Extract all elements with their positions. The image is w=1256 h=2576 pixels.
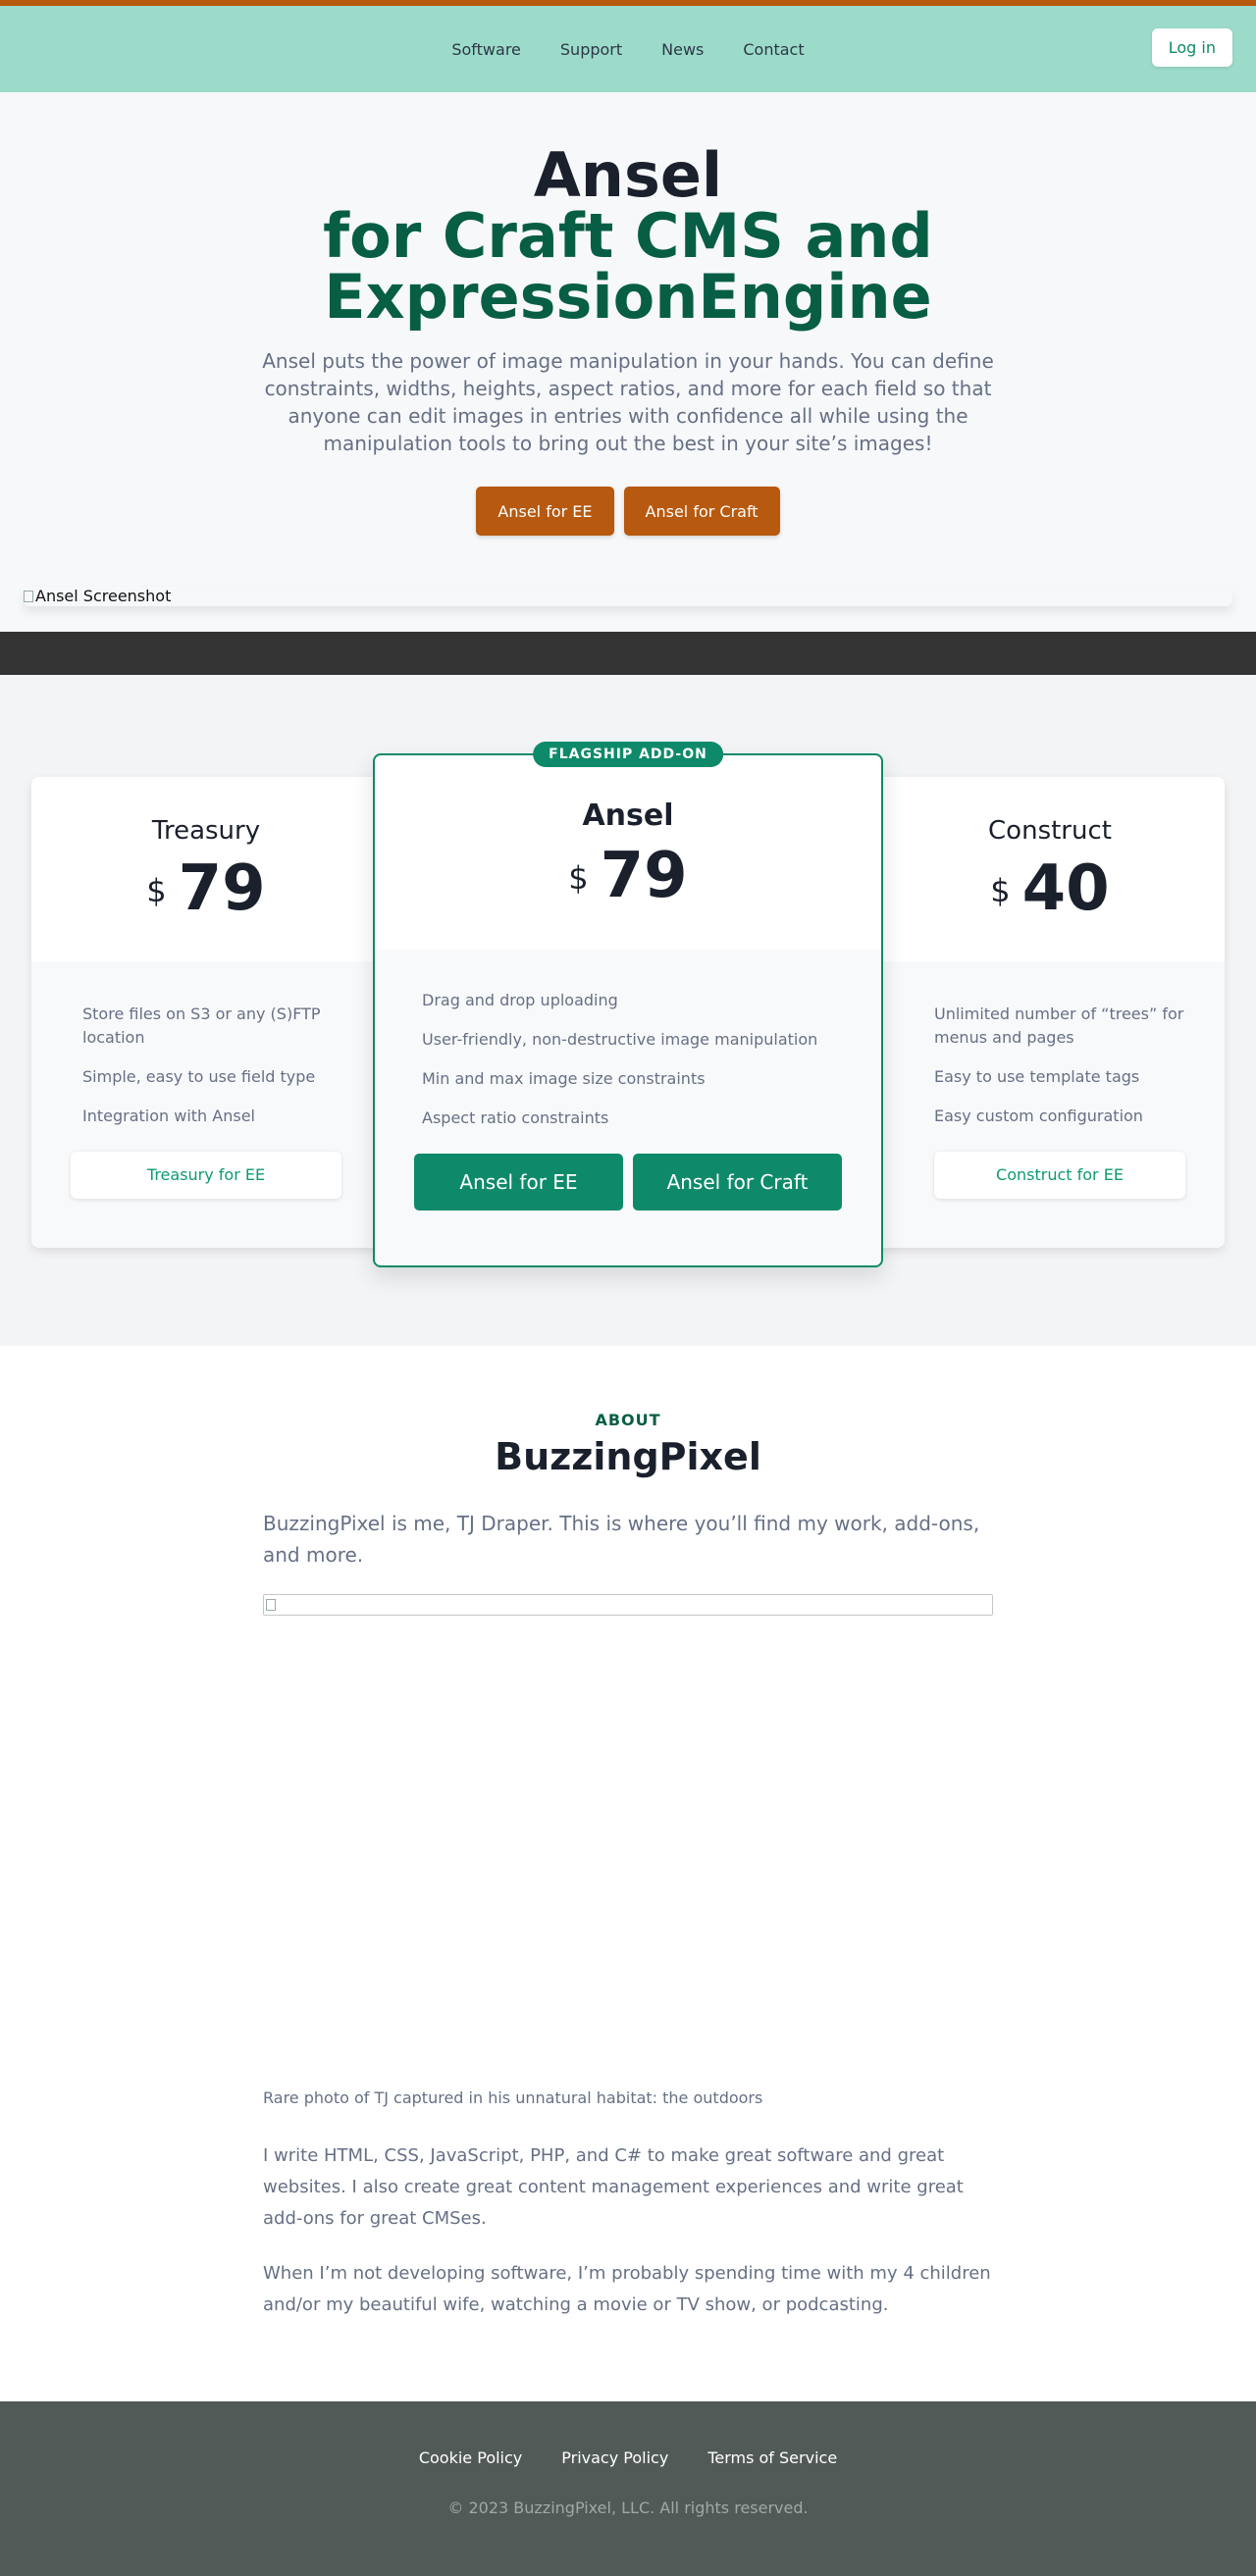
feature-list: Store files on S3 or any (S)FTP location… (82, 1003, 330, 1128)
card-ansel-craft-button[interactable]: Ansel for Craft (633, 1154, 842, 1211)
hero-ansel-craft-button[interactable]: Ansel for Craft (623, 487, 780, 536)
tj-photo (263, 1594, 993, 1616)
card-title: Treasury (151, 816, 261, 846)
feature-list: Unlimited number of “trees” for menus an… (934, 1003, 1185, 1128)
login-button[interactable]: Log in (1151, 28, 1232, 67)
pricing-card-treasury: Treasury $ 79 Store files on S3 or any (… (31, 777, 381, 1248)
hero-buttons: Ansel for EE Ansel for Craft (0, 487, 1256, 536)
card-title: Ansel (582, 799, 674, 833)
nav-link-contact[interactable]: Contact (743, 40, 804, 59)
currency-symbol: $ (568, 859, 589, 897)
flagship-badge: FLAGSHIP ADD-ON (533, 742, 723, 767)
hero-title-line-1: Ansel (533, 139, 723, 211)
feature-item: Store files on S3 or any (S)FTP location (82, 1005, 321, 1047)
about-lead: BuzzingPixel is me, TJ Draper. This is w… (263, 1512, 980, 1567)
currency-symbol: $ (146, 872, 167, 909)
dark-divider-band (0, 632, 1256, 675)
hero-title-line-2: for Craft CMS and (323, 200, 933, 272)
hero-ansel-ee-button[interactable]: Ansel for EE (476, 487, 614, 536)
site-header: Software Support News Contact Log in (0, 6, 1256, 92)
pricing-section: Treasury $ 79 Store files on S3 or any (… (0, 675, 1256, 1346)
price-amount: 79 (600, 840, 688, 912)
copyright-text: © 2023 BuzzingPixel, LLC. All rights res… (447, 2499, 809, 2517)
feature-item: Easy custom configuration (934, 1107, 1143, 1125)
card-price: $ 79 (31, 857, 381, 920)
feature-item: Drag and drop uploading (422, 991, 618, 1009)
treasury-for-ee-button[interactable]: Treasury for EE (71, 1152, 341, 1199)
pricing-card-construct: Construct $ 40 Unlimited number of “tree… (875, 777, 1225, 1248)
feature-item: User-friendly, non-destructive image man… (422, 1030, 818, 1049)
footer-link-cookie-policy[interactable]: Cookie Policy (419, 2448, 522, 2467)
price-amount: 40 (1021, 852, 1110, 925)
pricing-card-ansel: FLAGSHIP ADD-ON Ansel $ 79 Drag and drop… (373, 742, 883, 1267)
broken-image-icon (24, 590, 33, 602)
broken-image-icon (266, 1599, 276, 1611)
hero-section: Ansel for Craft CMS and ExpressionEngine… (0, 92, 1256, 632)
about-eyebrow: ABOUT (595, 1411, 661, 1429)
hero-title-line-3: ExpressionEngine (324, 261, 932, 333)
feature-item: Easy to use template tags (934, 1067, 1140, 1086)
nav-link-news[interactable]: News (661, 40, 704, 59)
footer-link-terms-of-service[interactable]: Terms of Service (707, 2448, 837, 2467)
feature-list: Drag and drop uploading User-friendly, n… (422, 989, 834, 1130)
card-price: $ 40 (875, 857, 1225, 920)
screenshot-alt-text: Ansel Screenshot (35, 587, 172, 605)
photo-caption: Rare photo of TJ captured in his unnatur… (263, 2088, 763, 2107)
ansel-card-buttons: Ansel for EE Ansel for Craft (414, 1154, 842, 1211)
card-title: Construct (988, 816, 1112, 846)
nav-link-support[interactable]: Support (560, 40, 622, 59)
about-paragraph: When I’m not developing software, I’m pr… (263, 2263, 991, 2315)
card-price: $ 79 (375, 845, 881, 907)
about-title: BuzzingPixel (495, 1435, 761, 1478)
feature-item: Unlimited number of “trees” for menus an… (934, 1005, 1184, 1047)
page-title: Ansel for Craft CMS and ExpressionEngine (0, 92, 1256, 328)
feature-item: Min and max image size constraints (422, 1069, 706, 1088)
main-nav: Software Support News Contact (0, 6, 1256, 92)
card-ansel-ee-button[interactable]: Ansel for EE (414, 1154, 623, 1211)
feature-item: Integration with Ansel (82, 1107, 255, 1125)
about-section: ABOUT BuzzingPixel BuzzingPixel is me, T… (0, 1346, 1256, 2401)
footer-link-privacy-policy[interactable]: Privacy Policy (561, 2448, 668, 2467)
price-amount: 79 (178, 852, 266, 925)
hero-description: Ansel puts the power of image manipulati… (262, 349, 994, 455)
site-footer: Cookie Policy Privacy Policy Terms of Se… (0, 2401, 1256, 2576)
feature-item: Simple, easy to use field type (82, 1067, 316, 1086)
feature-item: Aspect ratio constraints (422, 1108, 609, 1127)
construct-for-ee-button[interactable]: Construct for EE (934, 1152, 1185, 1199)
ansel-screenshot-image: Ansel Screenshot (24, 587, 1232, 606)
nav-link-software[interactable]: Software (451, 40, 521, 59)
currency-symbol: $ (990, 872, 1011, 909)
footer-links: Cookie Policy Privacy Policy Terms of Se… (0, 2401, 1256, 2467)
about-paragraph: I write HTML, CSS, JavaScript, PHP, and … (263, 2145, 964, 2229)
